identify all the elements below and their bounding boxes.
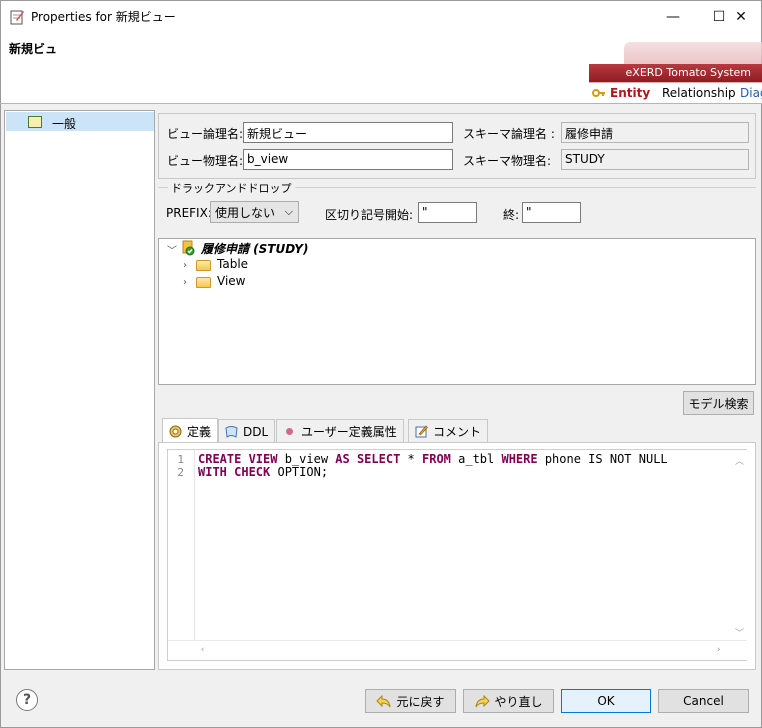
tab-user-attributes[interactable]: ユーザー定義属性	[276, 419, 404, 443]
schema-logical-field: 履修申請	[561, 122, 749, 143]
schema-tree: ﹀ 履修申請 (STUDY) › Table › View	[158, 238, 756, 385]
cancel-button[interactable]: Cancel	[658, 689, 749, 713]
delimiter-end-input[interactable]: "	[522, 202, 581, 223]
banner-tabs: Entity Relationship Diag	[589, 82, 762, 104]
tab-label: ユーザー定義属性	[301, 425, 397, 439]
prefix-select-value: 使用しない	[215, 206, 276, 220]
scroll-down-icon[interactable]: ﹀	[735, 626, 744, 639]
model-search-button[interactable]: モデル検索	[683, 391, 754, 415]
sql-keyword: AS SELECT	[335, 452, 401, 466]
ok-button[interactable]: OK	[561, 689, 651, 713]
chevron-down-icon: ⌵	[284, 205, 293, 218]
undo-icon	[376, 694, 391, 708]
redo-icon	[475, 694, 491, 708]
definition-icon	[169, 425, 182, 438]
delimiter-start-input[interactable]: "	[418, 202, 477, 223]
code-line: WITH CHECK OPTION;	[198, 465, 328, 479]
view-physical-label: ビュー物理名:	[167, 154, 244, 168]
header-separator	[0, 103, 762, 104]
banner-tab-entity: Entity	[610, 86, 651, 100]
delimiter-start-label: 区切り記号開始:	[325, 208, 414, 222]
schema-physical-field: STUDY	[561, 149, 749, 170]
title-bar: Properties for 新規ビュー — ☐ ✕	[0, 0, 762, 32]
comment-icon	[415, 425, 428, 438]
sql-keyword: CREATE VIEW	[198, 452, 278, 466]
redo-label: やり直し	[494, 694, 543, 709]
vertical-scrollbar[interactable]: ︿ ﹀	[731, 450, 747, 640]
sql-text: a_tbl	[450, 452, 502, 466]
scroll-right-icon[interactable]: ›	[716, 645, 721, 655]
property-page-tree: 一般	[4, 110, 155, 670]
close-button[interactable]: ✕	[721, 2, 761, 32]
window-title: Properties for 新規ビュー	[31, 10, 176, 24]
sql-keyword: WHERE	[501, 452, 538, 466]
view-physical-input[interactable]: b_view	[243, 149, 453, 170]
undo-label: 元に戻す	[396, 694, 445, 709]
chevron-down-icon[interactable]: ﹀	[167, 242, 177, 257]
view-logical-label: ビュー論理名:	[167, 127, 244, 141]
tree-item-general[interactable]: 一般	[6, 112, 154, 131]
name-form: ビュー論理名: 新規ビュー スキーマ論理名 : 履修申請 ビュー物理名: b_v…	[158, 113, 756, 179]
help-icon[interactable]: ?	[16, 689, 38, 711]
sql-text: phone IS NOT NULL	[537, 452, 668, 466]
dialog-header: 新規ビュ eXERD Tomato System Entity Relation…	[0, 32, 762, 104]
chevron-right-icon[interactable]: ›	[183, 260, 187, 271]
key-icon	[592, 89, 605, 97]
horizontal-scrollbar[interactable]: ‹ ›	[168, 640, 747, 660]
tree-node-view[interactable]: View	[217, 274, 245, 288]
banner-brand: eXERD Tomato System	[589, 64, 762, 82]
tab-definition[interactable]: 定義	[162, 418, 219, 444]
tab-label: 定義	[187, 425, 212, 439]
code-line: CREATE VIEW b_view AS SELECT * FROM a_tb…	[198, 452, 668, 466]
drag-and-drop-legend: ドラックアンドドロップ	[168, 180, 295, 196]
sql-text: b_view	[277, 452, 336, 466]
chevron-right-icon[interactable]: ›	[183, 277, 187, 288]
tab-ddl[interactable]: DDL	[218, 419, 276, 443]
schema-icon	[182, 240, 195, 256]
minimize-button[interactable]: —	[653, 2, 693, 32]
tab-label: コメント	[433, 425, 482, 439]
ddl-icon	[225, 426, 238, 438]
prefix-select[interactable]: 使用しない ⌵	[210, 201, 299, 223]
scroll-left-icon[interactable]: ‹	[200, 645, 205, 655]
table-icon	[28, 116, 42, 128]
prefix-label: PREFIX:	[166, 206, 212, 220]
tab-label: DDL	[243, 424, 269, 439]
sql-keyword: FROM	[422, 452, 451, 466]
exerd-banner: eXERD Tomato System Entity Relationship …	[584, 42, 762, 104]
sql-text: OPTION;	[270, 465, 329, 479]
tree-root-schema[interactable]: 履修申請 (STUDY)	[201, 240, 308, 257]
folder-icon	[196, 277, 211, 288]
dot-icon	[286, 428, 293, 435]
scroll-up-icon[interactable]: ︿	[735, 454, 744, 467]
header-title: 新規ビュ	[9, 42, 58, 56]
sql-keyword: WITH CHECK	[198, 465, 271, 479]
tree-item-label: 一般	[52, 117, 77, 131]
schema-physical-label: スキーマ物理名:	[463, 154, 552, 168]
redo-button[interactable]: やり直し	[463, 689, 554, 713]
sql-text: *	[400, 452, 422, 466]
undo-button[interactable]: 元に戻す	[365, 689, 456, 713]
banner-decoration	[624, 42, 762, 64]
line-number: 1	[177, 453, 184, 466]
view-logical-input[interactable]: 新規ビュー	[243, 122, 453, 143]
editor-tabs: 定義 DDL ユーザー定義属性 コメント	[158, 418, 756, 444]
properties-icon	[10, 10, 24, 25]
schema-logical-label: スキーマ論理名 :	[463, 127, 555, 141]
delimiter-end-label: 終:	[503, 208, 520, 222]
banner-tab-diagram: Diag	[740, 86, 762, 100]
line-number: 2	[177, 466, 184, 479]
banner-tab-relationship: Relationship	[662, 86, 736, 100]
tab-comment[interactable]: コメント	[408, 419, 489, 443]
window-border-left	[0, 32, 1, 728]
folder-icon	[196, 260, 211, 271]
line-number-gutter: 1 2	[168, 450, 195, 640]
tree-node-table[interactable]: Table	[217, 257, 248, 271]
sql-editor[interactable]: 1 2 CREATE VIEW b_view AS SELECT * FROM …	[167, 449, 747, 661]
